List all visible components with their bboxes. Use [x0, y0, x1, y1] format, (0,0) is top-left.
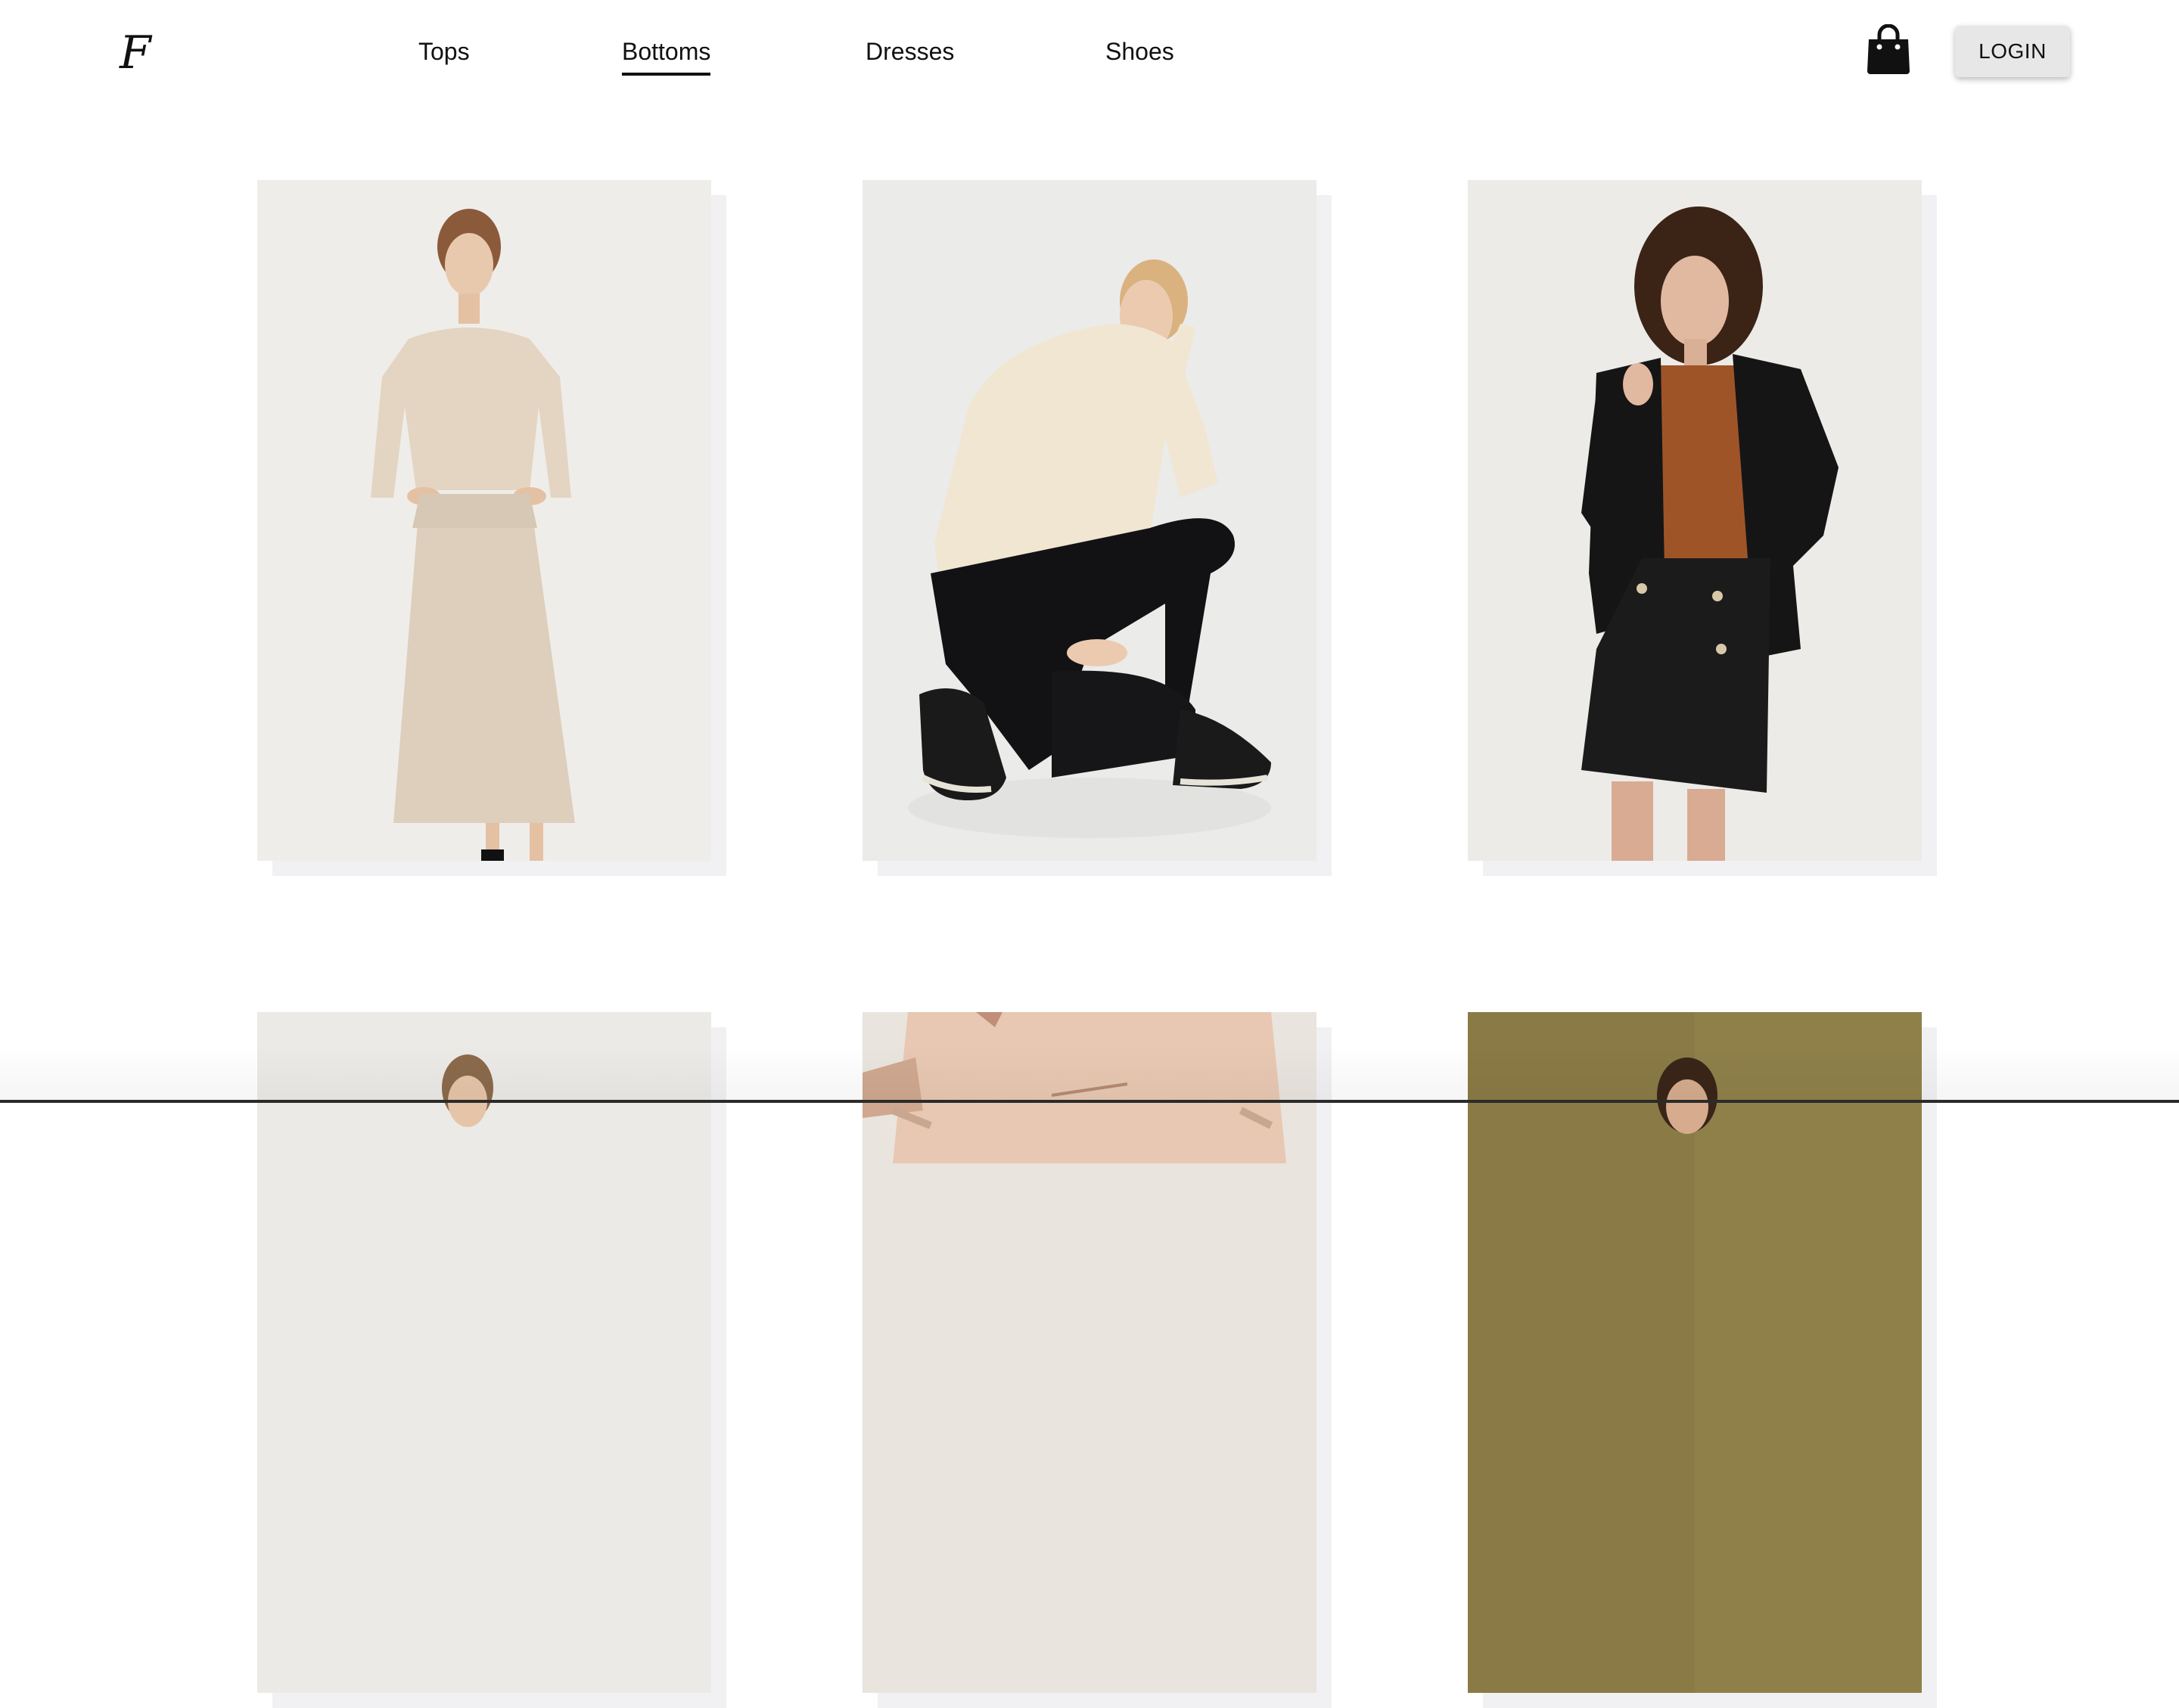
- product-photo-olive-background-look: [1468, 1012, 1922, 1693]
- top-navigation-bar: F Tops Bottoms Dresses Shoes LOGIN: [0, 0, 2179, 106]
- product-card[interactable]: [863, 180, 1332, 876]
- product-image[interactable]: [257, 1012, 711, 1693]
- product-card[interactable]: [863, 1012, 1332, 1708]
- product-card[interactable]: [1468, 1012, 1937, 1708]
- product-photo-black-tweed-skirt-blazer: [1468, 180, 1922, 861]
- product-photo-beige-outfit-2: [257, 1012, 711, 1693]
- product-image[interactable]: [1468, 1012, 1922, 1693]
- product-card[interactable]: [1468, 180, 1937, 876]
- product-photo-camisole-top: [863, 1012, 1316, 1693]
- product-image[interactable]: [863, 180, 1316, 861]
- product-card[interactable]: [257, 180, 726, 876]
- brand-logo[interactable]: F: [120, 23, 157, 83]
- window-bottom-edge: [0, 1100, 2179, 1103]
- product-photo-beige-knit-set: [257, 180, 711, 861]
- nav-tops[interactable]: Tops: [418, 33, 470, 73]
- product-image[interactable]: [863, 1012, 1316, 1693]
- login-button[interactable]: LOGIN: [1955, 26, 2070, 77]
- shopping-bag-icon[interactable]: [1866, 24, 1911, 76]
- product-image[interactable]: [1468, 180, 1922, 861]
- nav-dresses[interactable]: Dresses: [866, 33, 954, 73]
- nav-shoes[interactable]: Shoes: [1105, 33, 1174, 73]
- product-photo-cream-turtleneck-black-jeans: [863, 180, 1316, 861]
- nav-bottoms[interactable]: Bottoms: [622, 33, 711, 76]
- product-image[interactable]: [257, 180, 711, 861]
- product-card[interactable]: [257, 1012, 726, 1708]
